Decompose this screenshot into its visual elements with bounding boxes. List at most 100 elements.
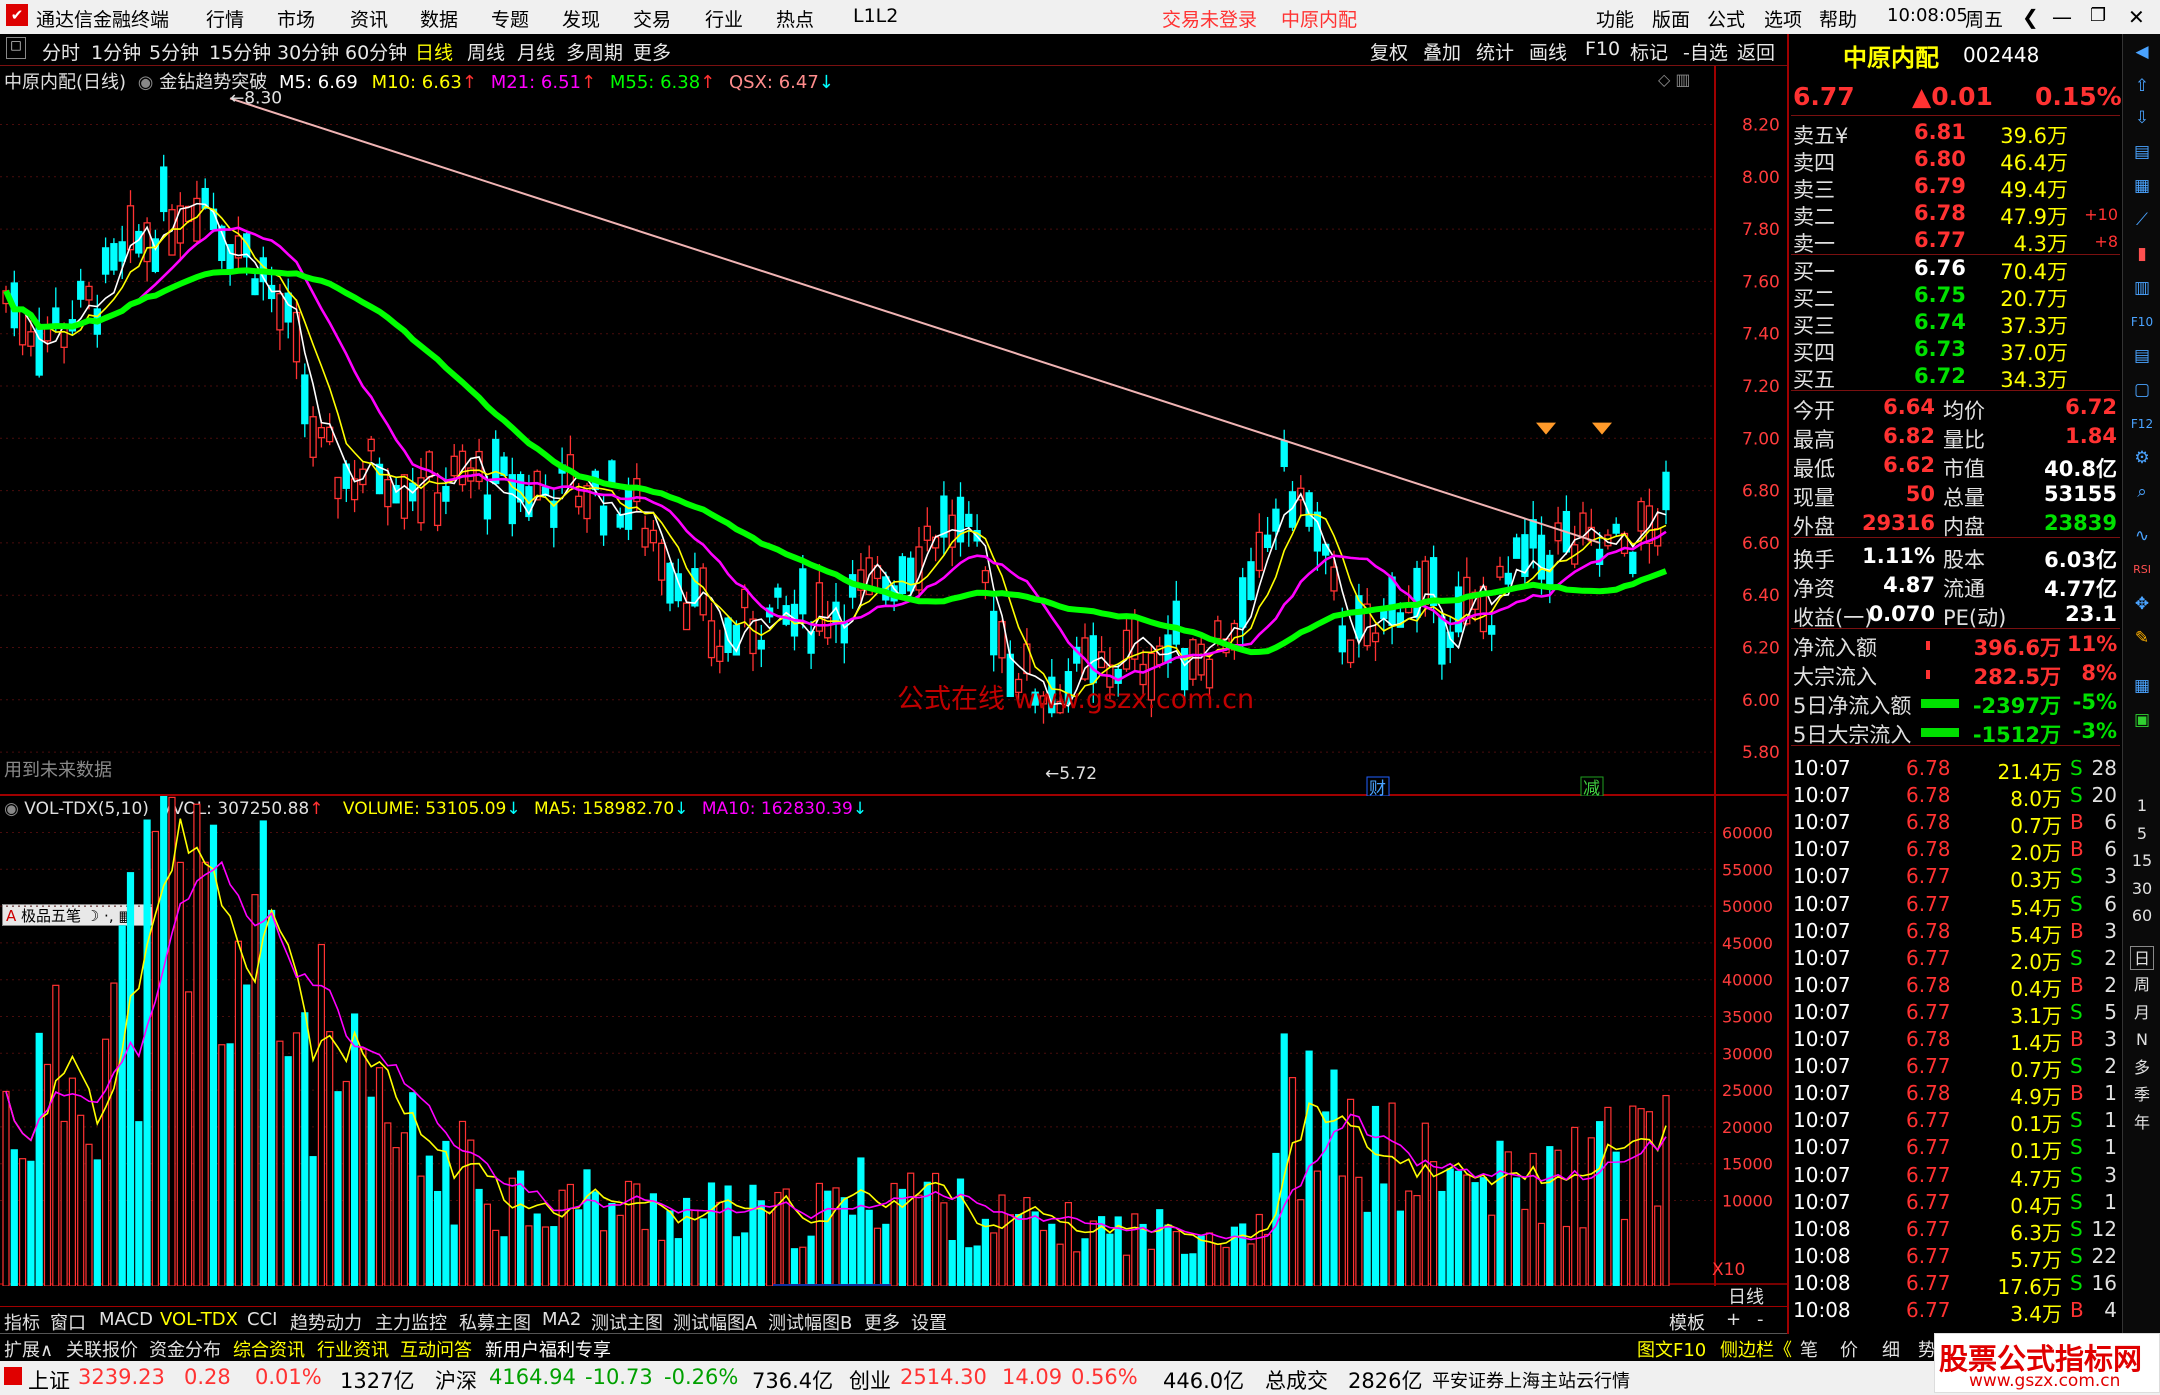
indicator-tab-7[interactable]: 私募主图 xyxy=(459,1309,531,1335)
tick-row[interactable]: 10:07 6.78 21.4万 S 28 xyxy=(1791,756,2120,784)
indicator-tab-1[interactable]: 窗口 xyxy=(50,1309,86,1335)
back-icon[interactable]: ❮ xyxy=(2022,5,2039,29)
indicator-tab-5[interactable]: 趋势动力 xyxy=(290,1309,362,1335)
move-icon[interactable]: ✥ xyxy=(2130,592,2154,616)
bottom-link-0[interactable]: 扩展∧ xyxy=(4,1336,53,1362)
indicator-tab-3[interactable]: VOL-TDX xyxy=(160,1309,238,1330)
side-period-8[interactable]: N xyxy=(2130,1028,2154,1052)
page-icon[interactable]: ▢ xyxy=(2130,378,2154,402)
menu-1[interactable]: 市场 xyxy=(277,5,315,32)
right-menu-3[interactable]: 选项 xyxy=(1764,5,1802,32)
tick-row[interactable]: 10:08 6.77 6.3万 S 12 xyxy=(1791,1217,2120,1245)
tick-row[interactable]: 10:07 6.77 0.7万 S 2 xyxy=(1791,1054,2120,1082)
indicator-tab-9[interactable]: 测试主图 xyxy=(591,1309,663,1335)
f12-icon[interactable]: F12 xyxy=(2130,412,2154,436)
indicator-tab-13[interactable]: 设置 xyxy=(911,1309,947,1335)
search-icon[interactable]: ⌕ xyxy=(2130,480,2154,504)
bottom-right-1[interactable]: 侧边栏《 xyxy=(1720,1336,1792,1362)
rsi-icon[interactable]: RSI xyxy=(2130,558,2154,582)
right-menu-1[interactable]: 版面 xyxy=(1652,5,1690,32)
tick-row[interactable]: 10:07 6.78 4.9万 B 1 xyxy=(1791,1081,2120,1109)
gear-icon[interactable]: ⚙ xyxy=(2130,446,2154,470)
wave-icon[interactable]: ∿ xyxy=(2130,524,2154,548)
tick-row[interactable]: 10:08 6.77 17.6万 S 16 xyxy=(1791,1271,2120,1299)
hs-label[interactable]: 沪深 xyxy=(435,1365,477,1395)
side-period-2[interactable]: 15 xyxy=(2130,849,2154,873)
toolbar-btn-2[interactable]: 统计 xyxy=(1476,38,1514,65)
side-period-7[interactable]: 月 xyxy=(2130,1001,2154,1025)
collapse-icon[interactable]: ◀ xyxy=(2130,40,2154,64)
grid-icon[interactable]: ▦ xyxy=(2130,174,2154,198)
tick-row[interactable]: 10:07 6.78 5.4万 B 3 xyxy=(1791,919,2120,947)
toolbar-btn-5[interactable]: 标记 xyxy=(1630,38,1668,65)
menu-0[interactable]: 行情 xyxy=(206,5,244,32)
indicator-tab-10[interactable]: 测试幅图A xyxy=(673,1309,757,1335)
table-icon[interactable]: ▥ xyxy=(2130,276,2154,300)
up-icon[interactable]: ⇧ xyxy=(2130,74,2154,98)
minimize-icon[interactable]: — xyxy=(2052,5,2072,29)
tab-right-0[interactable]: 模板 xyxy=(1669,1309,1705,1335)
down-icon[interactable]: ⇩ xyxy=(2130,106,2154,130)
side-period-3[interactable]: 30 xyxy=(2130,877,2154,901)
restore-icon[interactable]: ❐ xyxy=(2090,5,2106,26)
pen-icon[interactable]: ✎ xyxy=(2130,626,2154,650)
toolbar-btn-7[interactable]: 返回 xyxy=(1737,38,1775,65)
tick-row[interactable]: 10:07 6.77 0.4万 S 1 xyxy=(1791,1190,2120,1218)
signal-diamond-icon[interactable] xyxy=(1536,422,1556,435)
side-period-4[interactable]: 60 xyxy=(2130,904,2154,928)
period-tab-0[interactable]: 分时 xyxy=(42,38,80,65)
tick-row[interactable]: 10:07 6.77 0.1万 S 1 xyxy=(1791,1108,2120,1136)
bottom-link-2[interactable]: 资金分布 xyxy=(149,1336,221,1362)
period-tab-9[interactable]: 多周期 xyxy=(566,38,623,65)
period-tab-3[interactable]: 15分钟 xyxy=(209,38,271,65)
side-period-5[interactable]: 日 xyxy=(2130,945,2154,970)
side-period-9[interactable]: 多 xyxy=(2130,1056,2154,1080)
period-tab-8[interactable]: 月线 xyxy=(517,38,555,65)
menu-4[interactable]: 专题 xyxy=(491,5,529,32)
period-tab-2[interactable]: 5分钟 xyxy=(149,38,199,65)
bottom-link-3[interactable]: 综合资讯 xyxy=(233,1336,305,1362)
bottom-link-5[interactable]: 互动问答 xyxy=(400,1336,472,1362)
tick-row[interactable]: 10:07 6.77 0.3万 S 3 xyxy=(1791,864,2120,892)
period-tab-5[interactable]: 60分钟 xyxy=(345,38,407,65)
tick-row[interactable]: 10:07 6.77 3.1万 S 5 xyxy=(1791,1000,2120,1028)
period-tab-1[interactable]: 1分钟 xyxy=(91,38,141,65)
menu-7[interactable]: 行业 xyxy=(705,5,743,32)
indicator-tab-8[interactable]: MA2 xyxy=(542,1309,581,1330)
sh-label[interactable]: 上证 xyxy=(28,1365,70,1395)
bottom-link-1[interactable]: 关联报价 xyxy=(66,1336,138,1362)
volume-chart[interactable]: ◉ VOL-TDX(5,10) VVOL: 307250.88↑ VOLUME:… xyxy=(0,796,1787,1308)
cy-label[interactable]: 创业 xyxy=(849,1365,891,1395)
toolbar-btn-1[interactable]: 叠加 xyxy=(1423,38,1461,65)
tab-right-2[interactable]: - xyxy=(1757,1309,1764,1330)
kline-chart[interactable]: 中原内配(日线) ◉ 金钻趋势突破 M5: 6.69 M10: 6.63↑ M2… xyxy=(0,66,1787,796)
side-period-10[interactable]: 季 xyxy=(2130,1083,2154,1107)
period-tab-6[interactable]: 日线 xyxy=(415,38,453,65)
tick-row[interactable]: 10:07 6.78 2.0万 B 6 xyxy=(1791,837,2120,865)
bottom-link-4[interactable]: 行业资讯 xyxy=(317,1336,389,1362)
period-tab-7[interactable]: 周线 xyxy=(467,38,505,65)
panel-toggle-icon[interactable]: □ xyxy=(6,37,26,59)
f10-icon[interactable]: F10 xyxy=(2130,310,2154,334)
tick-row[interactable]: 10:07 6.77 4.7万 S 3 xyxy=(1791,1163,2120,1191)
bottom-link-6[interactable]: 新用户福利专享 xyxy=(485,1336,611,1362)
side-period-1[interactable]: 5 xyxy=(2130,822,2154,846)
tick-row[interactable]: 10:08 6.77 5.7万 S 22 xyxy=(1791,1244,2120,1272)
menu-3[interactable]: 数据 xyxy=(420,5,458,32)
side-period-6[interactable]: 周 xyxy=(2130,973,2154,997)
bottom-right-0[interactable]: 图文F10 xyxy=(1637,1336,1706,1362)
tick-row[interactable]: 10:07 6.78 1.4万 B 3 xyxy=(1791,1027,2120,1055)
toolbar-btn-4[interactable]: F10 xyxy=(1585,38,1620,60)
indicator-tab-6[interactable]: 主力监控 xyxy=(375,1309,447,1335)
bottom-right-4[interactable]: 细 xyxy=(1882,1336,1900,1362)
toolbar-btn-3[interactable]: 画线 xyxy=(1529,38,1567,65)
tick-row[interactable]: 10:07 6.77 5.4万 S 6 xyxy=(1791,892,2120,920)
export-icon[interactable]: ▣ xyxy=(2130,708,2154,732)
bottom-right-3[interactable]: 价 xyxy=(1840,1336,1858,1362)
tab-right-1[interactable]: + xyxy=(1726,1309,1741,1330)
side-period-0[interactable]: 1 xyxy=(2130,794,2154,818)
indicator-tab-0[interactable]: 指标 xyxy=(4,1309,40,1335)
bottom-right-2[interactable]: 笔 xyxy=(1800,1336,1818,1362)
calc-icon[interactable]: ▦ xyxy=(2130,674,2154,698)
signal-diamond-icon[interactable] xyxy=(1592,422,1612,435)
